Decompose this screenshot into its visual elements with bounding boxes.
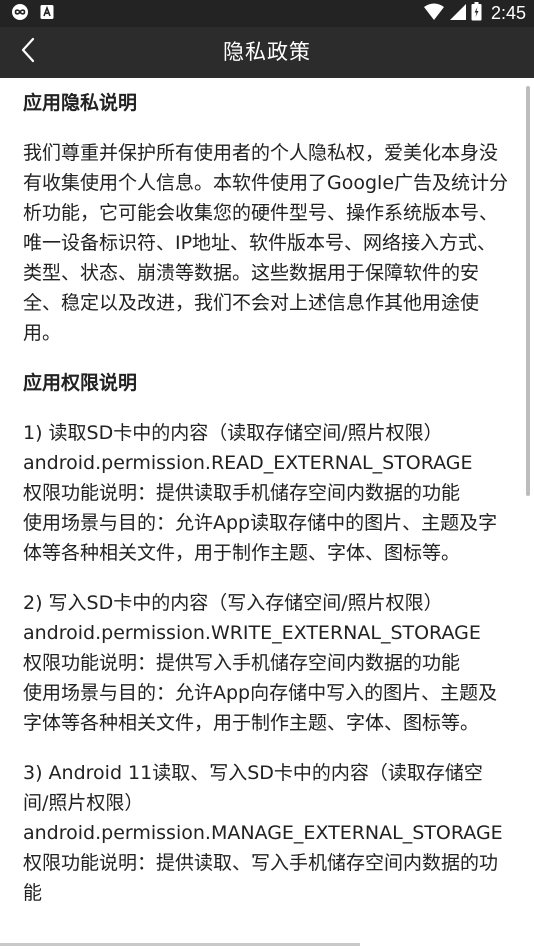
- chevron-left-icon: [20, 37, 36, 67]
- infinity-app-icon: [10, 4, 30, 24]
- permission-item: 3) Android 11读取、写入SD卡中的内容（读取存储空间/照片权限） a…: [23, 758, 508, 908]
- status-bar: 2:45: [0, 0, 534, 27]
- app-bar: 隐私政策: [0, 27, 534, 78]
- policy-content-inner: 应用隐私说明 我们尊重并保护所有使用者的个人隐私权，爱美化本身没有收集使用个人信…: [0, 78, 534, 908]
- privacy-section-title: 应用隐私说明: [23, 92, 138, 114]
- permission-name: android.permission.WRITE_EXTERNAL_STORAG…: [23, 622, 481, 644]
- permission-heading: 3) Android 11读取、写入SD卡中的内容（读取存储空间/照片权限）: [23, 762, 483, 814]
- battery-icon: [471, 2, 482, 25]
- page-title: 隐私政策: [223, 40, 311, 64]
- privacy-policy-screen: 2:45 隐私政策 应用隐私说明 我们尊重并保护所有使用者的个人隐私权，爱美化本…: [0, 0, 534, 950]
- status-time: 2:45: [490, 3, 526, 23]
- permission-item: 2) 写入SD卡中的内容（写入存储空间/照片权限） android.permis…: [23, 588, 508, 738]
- permission-function: 权限功能说明：提供读取、写入手机储存空间内数据的功能: [23, 852, 499, 904]
- permission-name: android.permission.MANAGE_EXTERNAL_STORA…: [23, 822, 503, 844]
- permissions-section-title: 应用权限说明: [23, 372, 138, 394]
- vertical-scrollbar[interactable]: [526, 86, 530, 496]
- horizontal-scroll-indicator: [0, 943, 360, 946]
- permission-function: 权限功能说明：提供写入手机储存空间内数据的功能: [23, 652, 461, 674]
- wifi-icon: [423, 3, 444, 25]
- permission-function: 权限功能说明：提供读取手机储存空间内数据的功能: [23, 482, 461, 504]
- permission-name: android.permission.READ_EXTERNAL_STORAGE: [23, 452, 473, 474]
- cell-signal-icon: [449, 3, 466, 25]
- permission-heading: 1) 读取SD卡中的内容（读取存储空间/照片权限）: [23, 422, 443, 444]
- status-left-icons: [10, 4, 54, 24]
- permission-purpose: 使用场景与目的：允许App读取存储中的图片、主题及字体等各种相关文件，用于制作主…: [23, 512, 498, 564]
- a-box-icon: [40, 4, 54, 24]
- status-right-icons: 2:45: [423, 2, 526, 25]
- back-button[interactable]: [10, 34, 46, 70]
- privacy-paragraph: 我们尊重并保护所有使用者的个人隐私权，爱美化本身没有收集使用个人信息。本软件使用…: [23, 142, 509, 344]
- policy-content[interactable]: 应用隐私说明 我们尊重并保护所有使用者的个人隐私权，爱美化本身没有收集使用个人信…: [0, 78, 534, 950]
- permission-purpose: 使用场景与目的：允许App向存储中写入的图片、主题及字体等各种相关文件，用于制作…: [23, 682, 498, 734]
- permission-heading: 2) 写入SD卡中的内容（写入存储空间/照片权限）: [23, 592, 443, 614]
- permission-item: 1) 读取SD卡中的内容（读取存储空间/照片权限） android.permis…: [23, 418, 508, 568]
